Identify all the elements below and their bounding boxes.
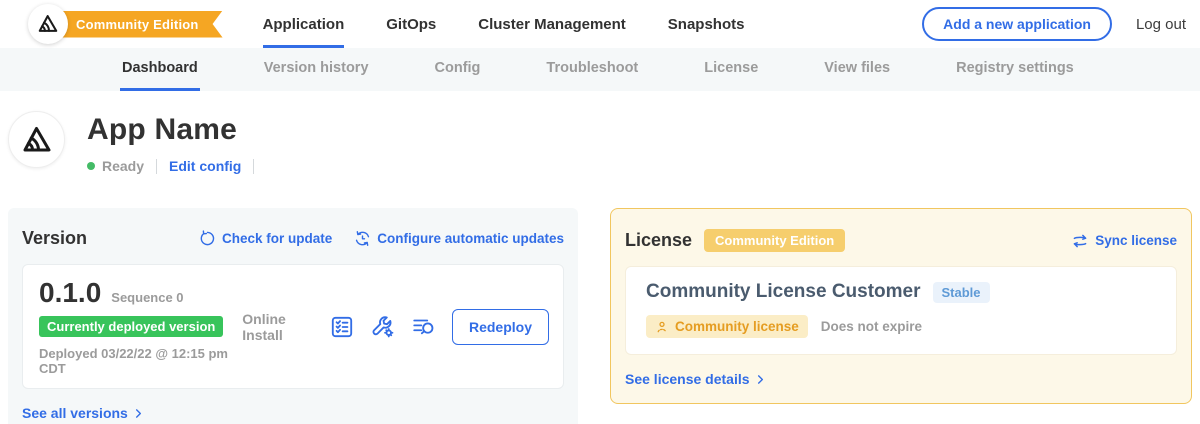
check-for-update-link[interactable]: Check for update (199, 230, 332, 247)
tab-gitops[interactable]: GitOps (386, 0, 436, 48)
see-all-versions-link[interactable]: See all versions (22, 405, 564, 421)
configure-automatic-updates-link[interactable]: Configure automatic updates (354, 230, 564, 247)
version-card: Version Check for update (8, 208, 578, 424)
app-header: App Name Ready Edit config (8, 111, 1200, 174)
community-edition-ribbon: Community Edition (42, 11, 223, 38)
edit-config-link[interactable]: Edit config (169, 158, 241, 174)
install-type-label: Online Install (242, 311, 306, 343)
version-actions: Online Install (242, 309, 549, 345)
header-right: Add a new application Log out (922, 7, 1200, 41)
version-number: 0.1.0 (39, 277, 101, 309)
customer-name: Community License Customer (646, 281, 921, 303)
license-card-title: License (625, 230, 692, 251)
sync-license-link[interactable]: Sync license (1071, 232, 1177, 250)
auto-update-clock-icon (354, 230, 371, 247)
view-diff-icon[interactable] (411, 314, 437, 340)
currently-deployed-badge: Currently deployed version (39, 316, 223, 337)
refresh-icon (199, 230, 216, 247)
chevron-right-icon (133, 408, 144, 419)
dashboard-cards: Version Check for update (8, 208, 1192, 424)
version-details: 0.1.0 Sequence 0 Currently deployed vers… (39, 277, 242, 376)
sequence-label: Sequence 0 (111, 290, 183, 305)
divider (253, 159, 254, 174)
top-header: Community Edition Application GitOps Clu… (0, 0, 1200, 48)
ready-status-dot (87, 162, 95, 170)
license-card: License Community Edition Sync license (610, 208, 1192, 404)
edition-banner-label: Community Edition (76, 17, 199, 32)
configure-automatic-updates-label: Configure automatic updates (377, 231, 564, 246)
redeploy-button[interactable]: Redeploy (452, 309, 549, 345)
subtab-view-files[interactable]: View files (822, 48, 892, 91)
see-license-details-label: See license details (625, 371, 750, 387)
version-card-title: Version (22, 228, 87, 249)
community-edition-badge: Community Edition (704, 229, 845, 252)
config-wrench-icon[interactable] (370, 314, 396, 340)
subtab-troubleshoot[interactable]: Troubleshoot (544, 48, 640, 91)
app-head-text: App Name Ready Edit config (87, 111, 266, 174)
version-card-actions: Check for update Configure automatic upd… (199, 230, 564, 247)
license-card-header: License Community Edition Sync license (625, 229, 1177, 252)
app-logo-icon (21, 124, 53, 156)
sub-nav: Dashboard Version history Config Trouble… (0, 48, 1200, 91)
license-card-actions: Sync license (1071, 232, 1177, 250)
subtab-dashboard[interactable]: Dashboard (120, 48, 200, 91)
license-type-label: Community license (675, 319, 799, 334)
license-type-badge: Community license (646, 315, 808, 338)
page-title: App Name (87, 113, 266, 147)
person-icon (655, 320, 669, 334)
sync-arrows-icon (1071, 232, 1089, 250)
replicated-logo-icon (37, 13, 59, 35)
replicated-logo-circle[interactable] (28, 4, 68, 44)
add-new-application-button[interactable]: Add a new application (922, 7, 1112, 41)
see-all-versions-label: See all versions (22, 405, 128, 421)
tab-application[interactable]: Application (263, 0, 345, 48)
logout-link[interactable]: Log out (1136, 16, 1186, 33)
brand: Community Edition (0, 0, 223, 48)
main-nav: Application GitOps Cluster Management Sn… (263, 0, 745, 48)
subtab-registry-settings[interactable]: Registry settings (954, 48, 1076, 91)
current-version-panel: 0.1.0 Sequence 0 Currently deployed vers… (22, 264, 564, 389)
subtab-config[interactable]: Config (433, 48, 483, 91)
chevron-right-icon (755, 374, 766, 385)
tab-snapshots[interactable]: Snapshots (668, 0, 745, 48)
license-details-panel: Community License Customer Stable Commun… (625, 266, 1177, 355)
app-avatar (8, 111, 65, 168)
subtab-version-history[interactable]: Version history (262, 48, 371, 91)
check-for-update-label: Check for update (222, 231, 332, 246)
status-badge: Ready (102, 158, 144, 174)
expiration-text: Does not expire (821, 319, 922, 334)
sync-license-label: Sync license (1095, 233, 1177, 248)
channel-badge: Stable (933, 282, 990, 303)
tab-cluster-management[interactable]: Cluster Management (478, 0, 626, 48)
subtab-license[interactable]: License (702, 48, 760, 91)
divider (156, 159, 157, 174)
deployed-timestamp: Deployed 03/22/22 @ 12:15 pm CDT (39, 346, 242, 376)
see-license-details-link[interactable]: See license details (625, 371, 1177, 387)
status-row: Ready Edit config (87, 158, 266, 174)
version-card-header: Version Check for update (22, 228, 564, 249)
preflight-checks-icon[interactable] (329, 314, 355, 340)
